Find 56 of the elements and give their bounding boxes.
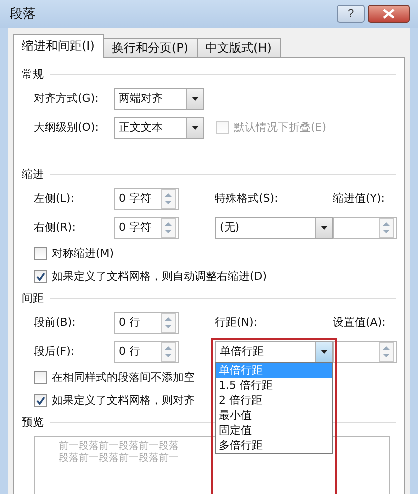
field-label: 右侧(R):	[33, 220, 77, 235]
preview-text: 前一段落前一段落前一段落	[59, 441, 179, 452]
section-heading: 间距	[22, 290, 44, 306]
preview-text: 段落前一段落前一段落前一	[59, 453, 179, 465]
spin-arrows-icon	[164, 344, 173, 358]
caret-icon	[320, 226, 328, 230]
checkbox-label: 如果定义了文档网格，则对齐	[52, 393, 195, 408]
dropdown-option[interactable]: 2 倍行距	[216, 393, 332, 408]
checkbox-label: 在相同样式的段落间不添加空	[52, 370, 195, 385]
field-label: 缩进值(Y):	[333, 191, 386, 206]
spin-arrows-icon	[164, 316, 173, 330]
dropdown-option[interactable]: 1.5 倍行距	[216, 378, 332, 393]
spin-arrows-icon	[382, 344, 391, 358]
field-label: 段后(F):	[33, 344, 76, 359]
field-label: 特殊格式(S):	[215, 191, 278, 206]
checkbox[interactable]	[34, 247, 47, 260]
spin-arrows-icon	[164, 192, 173, 206]
window-title: 段落	[10, 6, 36, 23]
left-indent-spinner[interactable]: 0 字符	[114, 188, 179, 210]
outline-level-dropdown[interactable]: 正文文本	[114, 116, 204, 138]
close-button[interactable]	[368, 5, 410, 23]
field-label: 大纲级别(O):	[33, 120, 100, 135]
spacing-after-spinner[interactable]: 0 行	[114, 340, 179, 362]
close-icon	[383, 9, 395, 19]
line-spacing-dropdown[interactable]: 单倍行距	[215, 340, 333, 362]
caret-icon	[192, 96, 198, 100]
spacing-value-spinner[interactable]	[333, 340, 397, 362]
section-heading: 预览	[22, 414, 44, 430]
field-label: 行距(N):	[215, 315, 258, 330]
section-heading: 常规	[22, 66, 44, 82]
spin-arrows-icon	[164, 220, 173, 234]
field-label: 段前(B):	[33, 315, 77, 330]
dropdown-option[interactable]: 最小值	[216, 408, 332, 423]
checkbox[interactable]	[34, 371, 47, 384]
caret-icon	[320, 350, 328, 354]
right-indent-spinner[interactable]: 0 字符	[114, 216, 179, 238]
tab[interactable]: 换行和分页(P)	[102, 38, 198, 58]
field-label: 左侧(L):	[33, 191, 76, 206]
dropdown-option[interactable]: 多倍行距	[216, 438, 332, 453]
section-heading: 缩进	[22, 166, 44, 182]
field-label: 设置值(A):	[333, 315, 386, 330]
caret-icon	[192, 126, 198, 130]
spacing-before-spinner[interactable]: 0 行	[114, 312, 179, 334]
tab[interactable]: 中文版式(H)	[196, 38, 281, 58]
checkbox-label: 对称缩进(M)	[52, 246, 114, 261]
field-label: 对齐方式(G):	[33, 91, 100, 106]
help-button[interactable]: ?	[337, 5, 365, 23]
special-indent-dropdown[interactable]: (无)	[215, 216, 333, 238]
checkbox-label: 如果定义了文档网格，则自动调整右缩进(D)	[52, 269, 268, 284]
checkbox[interactable]	[34, 394, 47, 407]
checkbox[interactable]	[34, 270, 47, 283]
spin-arrows-icon	[382, 220, 391, 234]
checkbox-label: 默认情况下折叠(E)	[234, 120, 327, 135]
tab[interactable]: 缩进和间距(I)	[13, 34, 104, 58]
alignment-dropdown[interactable]: 两端对齐	[114, 88, 204, 110]
dropdown-option[interactable]: 固定值	[216, 423, 332, 438]
